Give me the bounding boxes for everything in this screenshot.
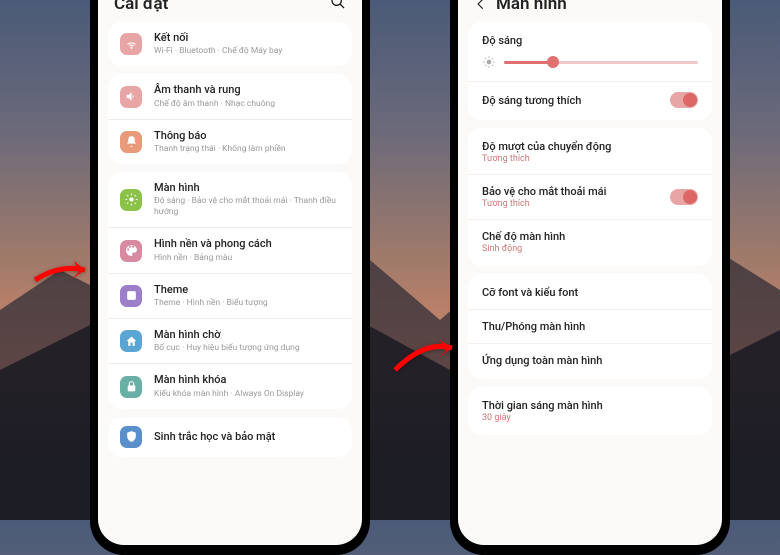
- setting-subtitle: Kiểu khóa màn hình · Always On Display: [154, 389, 340, 400]
- setting-subtitle: Thanh trạng thái · Không làm phiền: [154, 144, 340, 155]
- font-size-style-row[interactable]: Cỡ font và kiểu font: [468, 276, 712, 309]
- setting-item-sound[interactable]: Âm thanh và rung Chế độ âm thanh · Nhạc …: [108, 74, 352, 118]
- sound-icon: [120, 86, 142, 108]
- bell-icon: [120, 131, 142, 153]
- eye-comfort-row[interactable]: Bảo vệ cho mắt thoải mái Tương thích: [468, 174, 712, 219]
- sun-icon: [482, 55, 496, 69]
- settings-header: Cài đặt: [98, 0, 362, 22]
- screen-timeout-row[interactable]: Thời gian sáng màn hình 30 giây: [468, 389, 712, 433]
- back-button[interactable]: Màn hình: [474, 0, 567, 14]
- setting-item-sun[interactable]: Màn hình Độ sáng · Bảo vệ cho mắt thoải …: [108, 172, 352, 227]
- search-button[interactable]: [330, 0, 346, 14]
- setting-title: Màn hình khóa: [154, 373, 340, 387]
- setting-title: Âm thanh và rung: [154, 83, 340, 97]
- brightness-row[interactable]: Độ sáng: [468, 24, 712, 81]
- home-icon: [120, 330, 142, 352]
- setting-title: Màn hình: [154, 181, 340, 195]
- adaptive-brightness-toggle[interactable]: [670, 92, 698, 108]
- setting-title: Kết nối: [154, 31, 340, 45]
- lock-icon: [120, 376, 142, 398]
- slider-thumb[interactable]: [547, 56, 559, 68]
- fullscreen-apps-row[interactable]: Ứng dụng toàn màn hình: [468, 343, 712, 377]
- setting-title: Hình nền và phong cách: [154, 237, 340, 251]
- phone-right-frame: 09:39 94% Màn hình Độ sáng: [450, 0, 730, 555]
- settings-group: Màn hình Độ sáng · Bảo vệ cho mắt thoải …: [108, 172, 352, 409]
- eye-comfort-toggle[interactable]: [670, 189, 698, 205]
- display-header: Màn hình: [458, 0, 722, 22]
- page-title: Màn hình: [496, 0, 567, 14]
- setting-item-wifi[interactable]: Kết nối Wi-Fi · Bluetooth · Chế độ Máy b…: [108, 22, 352, 66]
- palette-icon: [120, 240, 142, 262]
- setting-subtitle: Wi-Fi · Bluetooth · Chế độ Máy bay: [154, 46, 340, 57]
- phone-left-screen: 09:22 ⋈ 79% Cài đặt Kế: [98, 0, 362, 545]
- screen-zoom-row[interactable]: Thu/Phóng màn hình: [468, 309, 712, 343]
- setting-title: Màn hình chờ: [154, 328, 340, 342]
- page-title: Cài đặt: [114, 0, 168, 14]
- phone-right-screen: 09:39 94% Màn hình Độ sáng: [458, 0, 722, 545]
- settings-group: Sinh trắc học và bảo mật: [108, 417, 352, 457]
- setting-subtitle: Hình nền · Bảng màu: [154, 253, 340, 264]
- brightness-label: Độ sáng: [482, 34, 698, 47]
- brightness-slider[interactable]: [504, 61, 698, 64]
- setting-title: Thông báo: [154, 129, 340, 143]
- adaptive-brightness-row[interactable]: Độ sáng tương thích: [468, 81, 712, 118]
- display-settings-list[interactable]: Độ sáng Độ sáng tương thích: [458, 22, 722, 545]
- search-icon: [330, 0, 346, 10]
- theme-icon: [120, 285, 142, 307]
- motion-smoothness-row[interactable]: Độ mượt của chuyển động Tương thích: [468, 130, 712, 174]
- phone-left-frame: 09:22 ⋈ 79% Cài đặt Kế: [90, 0, 370, 555]
- settings-group: Âm thanh và rung Chế độ âm thanh · Nhạc …: [108, 74, 352, 164]
- shield-icon: [120, 426, 142, 448]
- sun-icon: [120, 189, 142, 211]
- settings-group: Kết nối Wi-Fi · Bluetooth · Chế độ Máy b…: [108, 22, 352, 66]
- setting-subtitle: Chế độ âm thanh · Nhạc chuông: [154, 99, 340, 110]
- setting-item-home[interactable]: Màn hình chờ Bố cục · Huy hiệu biểu tượn…: [108, 318, 352, 363]
- setting-title: Sinh trắc học và bảo mật: [154, 430, 340, 444]
- setting-item-bell[interactable]: Thông báo Thanh trạng thái · Không làm p…: [108, 119, 352, 164]
- setting-item-shield[interactable]: Sinh trắc học và bảo mật: [108, 417, 352, 457]
- setting-item-theme[interactable]: Theme Theme · Hình nền · Biểu tượng: [108, 273, 352, 318]
- setting-subtitle: Bố cục · Huy hiệu biểu tượng ứng dụng: [154, 343, 340, 354]
- chevron-left-icon: [474, 0, 488, 11]
- setting-subtitle: Độ sáng · Bảo vệ cho mắt thoải mái · Tha…: [154, 196, 340, 218]
- settings-list[interactable]: Kết nối Wi-Fi · Bluetooth · Chế độ Máy b…: [98, 22, 362, 545]
- screen-mode-row[interactable]: Chế độ màn hình Sinh động: [468, 219, 712, 264]
- setting-subtitle: Theme · Hình nền · Biểu tượng: [154, 298, 340, 309]
- wifi-icon: [120, 33, 142, 55]
- setting-item-palette[interactable]: Hình nền và phong cách Hình nền · Bảng m…: [108, 227, 352, 272]
- setting-item-lock[interactable]: Màn hình khóa Kiểu khóa màn hình · Alway…: [108, 363, 352, 408]
- setting-title: Theme: [154, 283, 340, 297]
- slider-fill: [504, 61, 553, 64]
